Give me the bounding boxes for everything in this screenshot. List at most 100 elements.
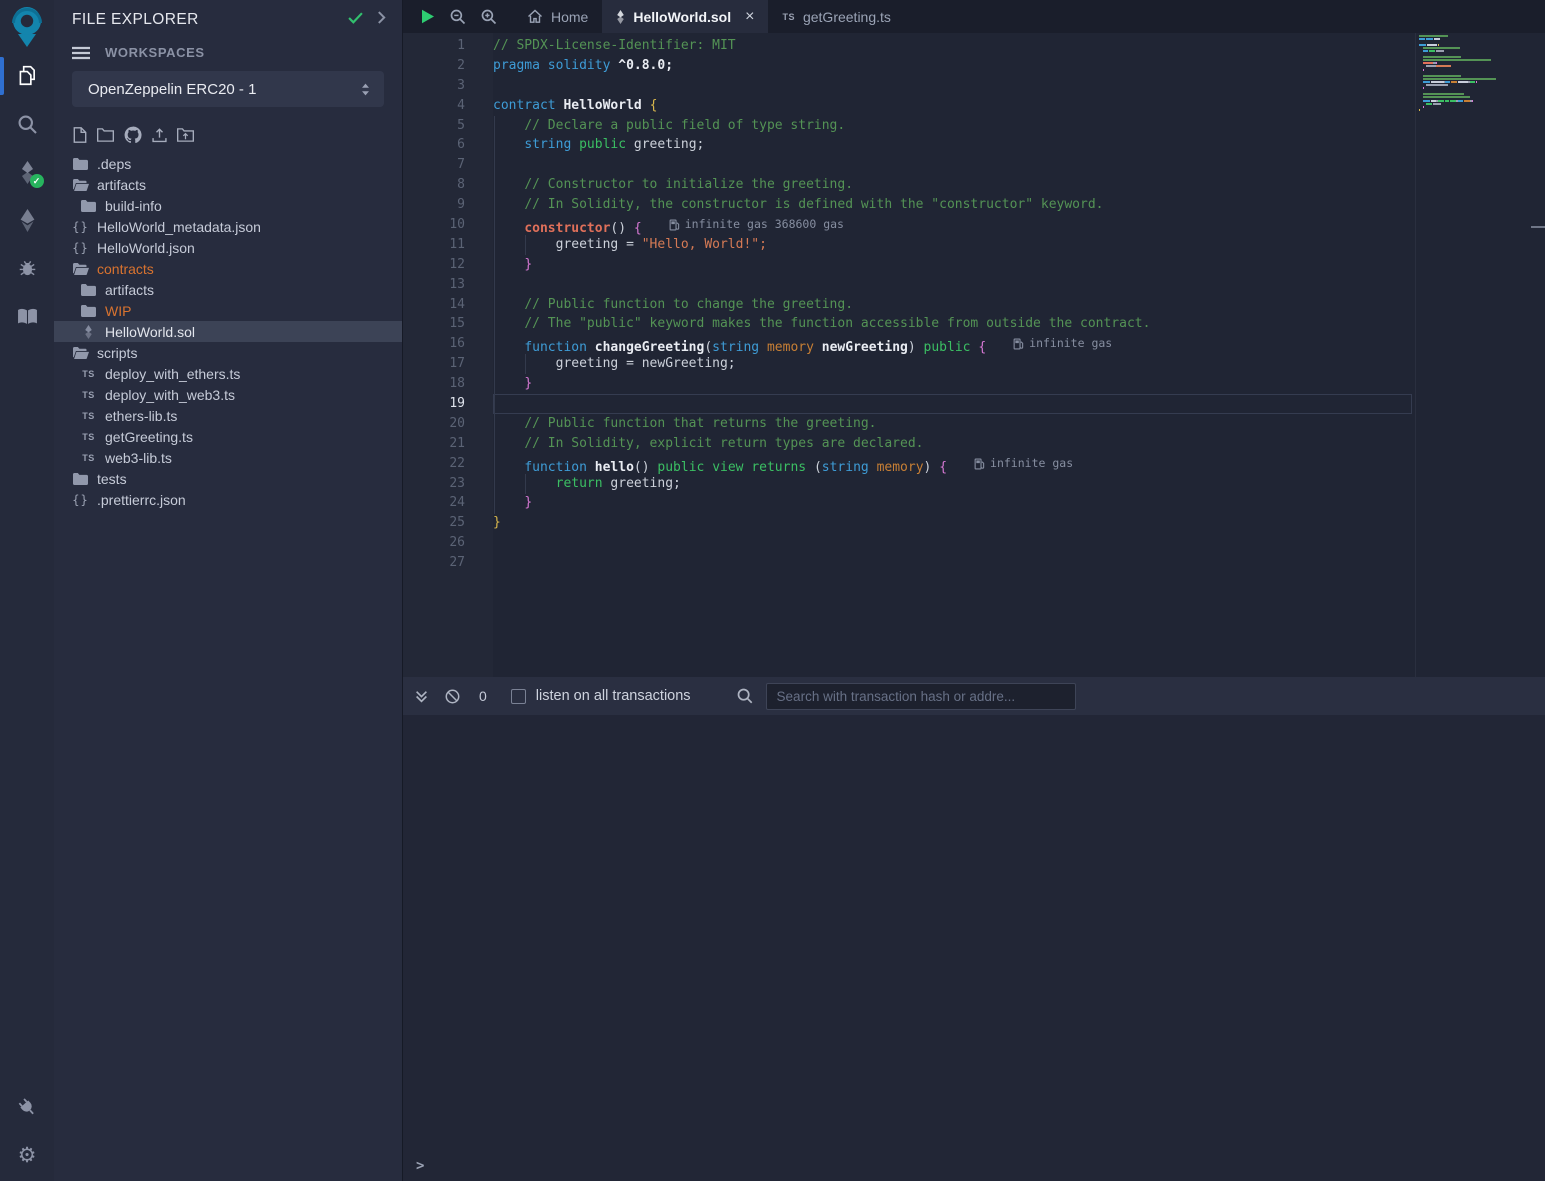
tree-item-tests[interactable]: tests (54, 468, 402, 489)
code-line-18[interactable]: 18 } (403, 374, 1415, 394)
upload-folder-icon[interactable] (177, 126, 194, 144)
code-line-16[interactable]: 16 function changeGreeting(string memory… (403, 334, 1415, 354)
code-line-3[interactable]: 3 (403, 76, 1415, 96)
code-line-21[interactable]: 21 // In Solidity, explicit return types… (403, 434, 1415, 454)
gas-estimate-badge: infinite gas (1013, 334, 1112, 354)
editor-body: 1// SPDX-License-Identifier: MIT2pragma … (403, 33, 1545, 677)
compiled-check-badge: ✓ (30, 174, 44, 188)
debug-icon (17, 258, 38, 278)
github-icon[interactable] (124, 126, 142, 144)
tree-item-label: artifacts (97, 177, 146, 193)
tree-item-wip[interactable]: WIP (54, 300, 402, 321)
code-line-4[interactable]: 4contract HelloWorld { (403, 96, 1415, 116)
tree-item-artifacts[interactable]: artifacts (54, 279, 402, 300)
collapse-chevron-right-icon[interactable] (377, 11, 386, 29)
terminal-toolbar: 0 listen on all transactions (403, 677, 1545, 715)
code-line-24[interactable]: 24 } (403, 493, 1415, 513)
line-content: } (465, 374, 532, 394)
tree-item-helloworld-metadata-json[interactable]: {}HelloWorld_metadata.json (54, 216, 402, 237)
activity-item-file-explorer[interactable] (0, 52, 54, 100)
tree-item-scripts[interactable]: scripts (54, 342, 402, 363)
upload-file-icon[interactable] (152, 126, 167, 144)
typescript-file-icon: TS (80, 432, 97, 442)
tree-item-artifacts[interactable]: artifacts (54, 174, 402, 195)
code-line-23[interactable]: 23 return greeting; (403, 474, 1415, 494)
activity-item-deploy-and-run[interactable] (0, 196, 54, 244)
line-content: function hello() public view returns (st… (465, 454, 1073, 474)
json-file-icon: {} (72, 220, 89, 234)
workspaces-menu-icon[interactable] (72, 46, 90, 60)
line-number: 5 (403, 116, 465, 136)
tab-label: getGreeting.ts (803, 9, 891, 25)
line-number: 23 (403, 474, 465, 494)
tree-item-getgreeting-ts[interactable]: TS getGreeting.ts (54, 426, 402, 447)
zoom-out-button[interactable] (450, 9, 466, 25)
activity-item-plugin-manager[interactable] (0, 1083, 54, 1131)
line-content: string public greeting; (465, 135, 704, 155)
code-line-10[interactable]: 10 constructor() {infinite gas 368600 ga… (403, 215, 1415, 235)
code-line-9[interactable]: 9 // In Solidity, the constructor is def… (403, 195, 1415, 215)
zoom-in-button[interactable] (481, 9, 497, 25)
activity-item-debugger[interactable] (0, 244, 54, 292)
code-line-11[interactable]: 11 greeting = "Hello, World!"; (403, 235, 1415, 255)
listen-transactions-checkbox[interactable] (511, 689, 526, 704)
minimap[interactable] (1415, 33, 1535, 677)
tab-helloworld-sol[interactable]: HelloWorld.sol× (602, 0, 768, 33)
line-content: // In Solidity, the constructor is defin… (465, 195, 1104, 215)
code-line-1[interactable]: 1// SPDX-License-Identifier: MIT (403, 36, 1415, 56)
tree-item--deps[interactable]: .deps (54, 153, 402, 174)
line-number: 3 (403, 76, 465, 96)
terminal-expand-icon[interactable] (415, 690, 428, 703)
tree-item-label: .prettierrc.json (97, 492, 186, 508)
code-line-19[interactable]: 19 (403, 394, 1415, 414)
new-folder-icon[interactable] (97, 126, 114, 144)
tab-getgreeting-ts[interactable]: TSgetGreeting.ts (768, 0, 904, 33)
code-line-7[interactable]: 7 (403, 155, 1415, 175)
tab-home[interactable]: Home (513, 0, 602, 33)
tree-item-deploy-with-web3-ts[interactable]: TSdeploy_with_web3.ts (54, 384, 402, 405)
code-line-12[interactable]: 12 } (403, 255, 1415, 275)
run-script-button[interactable] (421, 9, 435, 24)
line-content: pragma solidity ^0.8.0; (465, 56, 673, 76)
code-line-8[interactable]: 8 // Constructor to initialize the greet… (403, 175, 1415, 195)
workspace-select[interactable]: OpenZeppelin ERC20 - 1 (72, 71, 384, 107)
code-line-26[interactable]: 26 (403, 533, 1415, 553)
folder-closed-icon (80, 200, 97, 212)
terminal-output[interactable]: > (403, 715, 1545, 1181)
activity-item-search[interactable] (0, 100, 54, 148)
code-line-13[interactable]: 13 (403, 275, 1415, 295)
activity-item-solidity-compiler[interactable]: ✓ (0, 148, 54, 196)
tree-item--prettierrc-json[interactable]: {}.prettierrc.json (54, 489, 402, 510)
tab-close-icon[interactable]: × (745, 8, 754, 26)
code-line-6[interactable]: 6 string public greeting; (403, 135, 1415, 155)
code-line-25[interactable]: 25} (403, 513, 1415, 533)
remix-logo[interactable] (0, 0, 54, 52)
tree-item-web3-lib-ts[interactable]: TSweb3-lib.ts (54, 447, 402, 468)
tree-item-contracts[interactable]: contracts (54, 258, 402, 279)
terminal-clear-ban-icon[interactable] (445, 689, 460, 704)
accept-check-icon[interactable] (348, 11, 363, 29)
tree-item-label: getGreeting.ts (105, 429, 193, 445)
tree-item-deploy-with-ethers-ts[interactable]: TSdeploy_with_ethers.ts (54, 363, 402, 384)
workspaces-row: WORKSPACES (54, 33, 402, 62)
terminal-search-input[interactable] (766, 683, 1076, 710)
tree-item-helloworld-json[interactable]: {}HelloWorld.json (54, 237, 402, 258)
tree-item-ethers-lib-ts[interactable]: TSethers-lib.ts (54, 405, 402, 426)
code-line-22[interactable]: 22 function hello() public view returns … (403, 454, 1415, 474)
editor-scrollbar[interactable] (1535, 33, 1545, 677)
file-explorer-panel: FILE EXPLORER WORKSPACES OpenZeppelin ER… (54, 0, 403, 1181)
activity-item-settings[interactable]: ⚙ (0, 1131, 54, 1179)
code-line-20[interactable]: 20 // Public function that returns the g… (403, 414, 1415, 434)
code-region[interactable]: 1// SPDX-License-Identifier: MIT2pragma … (403, 33, 1415, 677)
tree-item-helloworld-sol[interactable]: HelloWorld.sol (54, 321, 402, 342)
code-line-27[interactable]: 27 (403, 553, 1415, 573)
line-number: 24 (403, 493, 465, 513)
activity-item-solidity-unit-testing[interactable] (0, 292, 54, 340)
code-line-17[interactable]: 17 greeting = newGreeting; (403, 354, 1415, 374)
tree-item-build-info[interactable]: build-info (54, 195, 402, 216)
code-line-14[interactable]: 14 // Public function to change the gree… (403, 295, 1415, 315)
code-line-2[interactable]: 2pragma solidity ^0.8.0; (403, 56, 1415, 76)
new-file-icon[interactable] (73, 126, 87, 144)
code-line-5[interactable]: 5 // Declare a public field of type stri… (403, 116, 1415, 136)
code-line-15[interactable]: 15 // The "public" keyword makes the fun… (403, 314, 1415, 334)
